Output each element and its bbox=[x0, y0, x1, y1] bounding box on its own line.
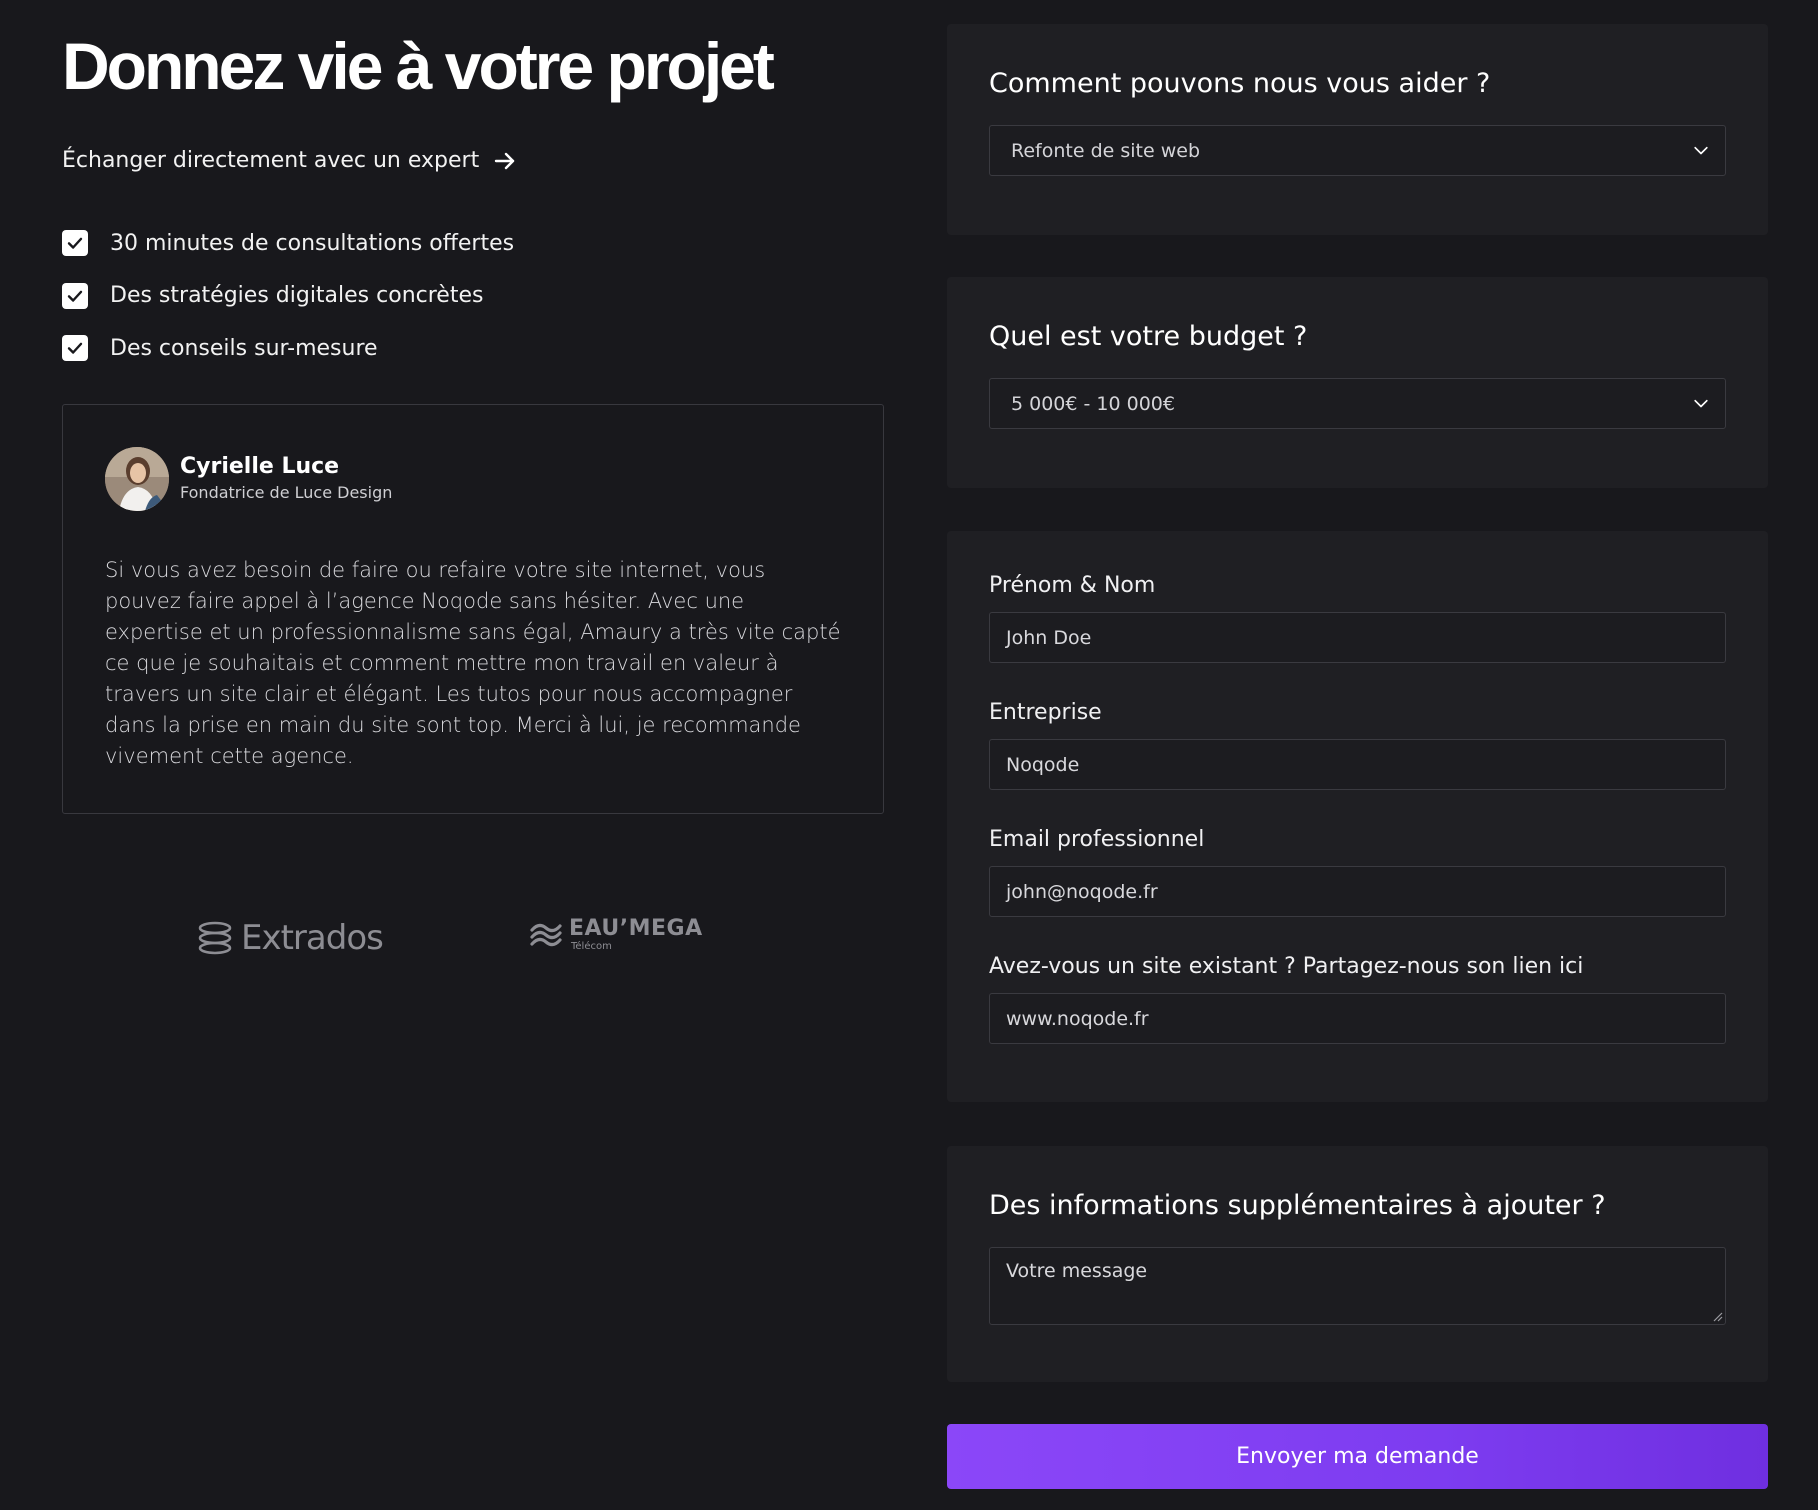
resize-handle-icon[interactable] bbox=[1711, 1310, 1723, 1322]
name-label: Prénom & Nom bbox=[989, 573, 1156, 598]
client-logos: Extrados EAU’MEGA Télécom bbox=[62, 918, 884, 978]
website-field-group: Avez-vous un site existant ? Partagez-no… bbox=[989, 954, 1726, 1044]
help-title: Comment pouvons nous vous aider ? bbox=[989, 68, 1491, 99]
page-title: Donnez vie à votre projet bbox=[62, 29, 775, 103]
avatar bbox=[105, 447, 169, 511]
chevron-down-icon bbox=[1694, 399, 1708, 407]
contact-page: Donnez vie à votre projet Échanger direc… bbox=[0, 0, 1818, 1510]
help-select-value: Refonte de site web bbox=[1011, 139, 1201, 162]
intro-column: Donnez vie à votre projet Échanger direc… bbox=[62, 28, 884, 958]
chevron-down-icon bbox=[1694, 146, 1708, 154]
benefit-item: Des conseils sur-mesure bbox=[62, 322, 884, 375]
submit-button[interactable]: Envoyer ma demande bbox=[947, 1424, 1768, 1489]
message-placeholder: Votre message bbox=[1006, 1260, 1148, 1282]
benefit-label: 30 minutes de consultations offertes bbox=[110, 230, 515, 256]
company-field-group: Entreprise Noqode bbox=[989, 700, 1726, 790]
website-input[interactable]: www.noqode.fr bbox=[989, 993, 1726, 1044]
name-field-group: Prénom & Nom John Doe bbox=[989, 573, 1726, 663]
layers-icon bbox=[198, 921, 232, 955]
company-label: Entreprise bbox=[989, 700, 1102, 725]
help-card: Comment pouvons nous vous aider ? Refont… bbox=[947, 24, 1768, 235]
extra-info-card: Des informations supplémentaires à ajout… bbox=[947, 1146, 1768, 1382]
email-input[interactable]: john@noqode.fr bbox=[989, 866, 1726, 917]
benefits-list: 30 minutes de consultations offertes Des… bbox=[62, 217, 884, 375]
arrow-right-icon bbox=[495, 152, 515, 169]
checkbox-checked-icon bbox=[62, 230, 88, 257]
email-field-group: Email professionnel john@noqode.fr bbox=[989, 827, 1726, 917]
wave-icon bbox=[530, 923, 562, 947]
budget-select-value: 5 000€ - 10 000€ bbox=[1011, 392, 1175, 415]
website-label: Avez-vous un site existant ? Partagez-no… bbox=[989, 954, 1584, 979]
expert-link[interactable]: Échanger directement avec un expert bbox=[62, 148, 884, 173]
extra-info-title: Des informations supplémentaires à ajout… bbox=[989, 1190, 1606, 1221]
benefit-item: Des stratégies digitales concrètes bbox=[62, 270, 884, 323]
benefit-label: Des conseils sur-mesure bbox=[110, 335, 378, 361]
name-input[interactable]: John Doe bbox=[989, 612, 1726, 663]
budget-select[interactable]: 5 000€ - 10 000€ bbox=[989, 378, 1726, 429]
email-label: Email professionnel bbox=[989, 827, 1205, 852]
author-role: Fondatrice de Luce Design bbox=[180, 483, 393, 502]
benefit-item: 30 minutes de consultations offertes bbox=[62, 217, 884, 270]
author-name: Cyrielle Luce bbox=[180, 454, 340, 479]
budget-title: Quel est votre budget ? bbox=[989, 321, 1308, 352]
extrados-logo: Extrados bbox=[197, 918, 384, 958]
eaumega-wordmark: EAU’MEGA Télécom bbox=[569, 918, 703, 952]
company-input[interactable]: Noqode bbox=[989, 739, 1726, 790]
eaumega-logo: EAU’MEGA Télécom bbox=[529, 918, 703, 952]
contact-card: Prénom & Nom John Doe Entreprise Noqode … bbox=[947, 531, 1768, 1102]
checkbox-checked-icon bbox=[62, 335, 88, 362]
extrados-wordmark: Extrados bbox=[241, 918, 384, 958]
testimonial-quote: Si vous avez besoin de faire ou refaire … bbox=[105, 558, 841, 768]
testimonial-author: Cyrielle Luce Fondatrice de Luce Design bbox=[105, 447, 841, 511]
message-textarea[interactable]: Votre message bbox=[989, 1247, 1726, 1325]
checkbox-checked-icon bbox=[62, 282, 88, 309]
help-select[interactable]: Refonte de site web bbox=[989, 125, 1726, 176]
eaumega-name: EAU’MEGA bbox=[569, 916, 703, 941]
eaumega-subtitle: Télécom bbox=[571, 941, 612, 952]
expert-link-label: Échanger directement avec un expert bbox=[62, 148, 480, 173]
budget-card: Quel est votre budget ? 5 000€ - 10 000€ bbox=[947, 277, 1768, 488]
benefit-label: Des stratégies digitales concrètes bbox=[110, 283, 484, 309]
author-meta: Cyrielle Luce Fondatrice de Luce Design bbox=[180, 453, 392, 505]
testimonial-card: Cyrielle Luce Fondatrice de Luce Design … bbox=[62, 404, 884, 814]
